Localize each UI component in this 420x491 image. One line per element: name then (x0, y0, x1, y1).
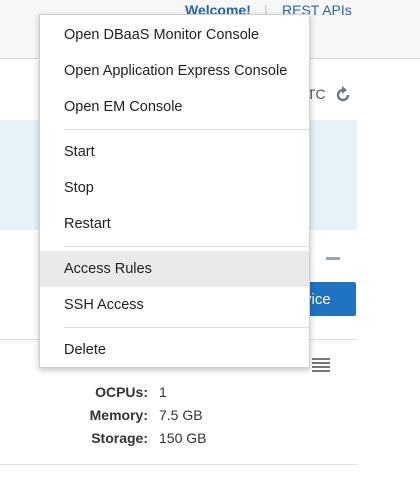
menu-divider (64, 246, 309, 247)
menu-divider (64, 129, 309, 130)
instance-specs: OCPUs: 1 Memory: 7.5 GB Storage: 150 GB (60, 380, 207, 449)
menu-item-open-apex-console[interactable]: Open Application Express Console (40, 53, 309, 89)
instance-action-menu: Open DBaaS Monitor Console Open Applicat… (39, 14, 310, 368)
menu-item-stop[interactable]: Stop (40, 170, 309, 206)
menu-divider (64, 327, 309, 328)
collapse-icon[interactable] (326, 257, 340, 260)
ocpus-label: OCPUs: (95, 383, 148, 400)
spec-ocpus: OCPUs: 1 (60, 380, 206, 403)
ocpus-value: 1 (159, 383, 167, 400)
storage-label: Storage: (91, 429, 148, 446)
menu-item-open-em-console[interactable]: Open EM Console (40, 89, 309, 125)
menu-item-start[interactable]: Start (40, 134, 309, 170)
refresh-icon[interactable] (334, 86, 352, 104)
spec-memory: Memory: 7.5 GB (60, 403, 206, 426)
section-divider-bottom (0, 464, 357, 465)
memory-label: Memory: (89, 406, 148, 423)
list-menu-icon[interactable] (312, 358, 330, 372)
menu-item-restart[interactable]: Restart (40, 206, 309, 242)
menu-item-access-rules[interactable]: Access Rules (40, 251, 309, 287)
storage-value: 150 GB (159, 429, 207, 446)
menu-item-ssh-access[interactable]: SSH Access (40, 287, 309, 323)
memory-value: 7.5 GB (159, 406, 203, 423)
menu-item-delete[interactable]: Delete (40, 332, 309, 368)
menu-item-open-dbaas-monitor[interactable]: Open DBaaS Monitor Console (40, 17, 309, 53)
spec-storage: Storage: 150 GB (60, 426, 206, 449)
